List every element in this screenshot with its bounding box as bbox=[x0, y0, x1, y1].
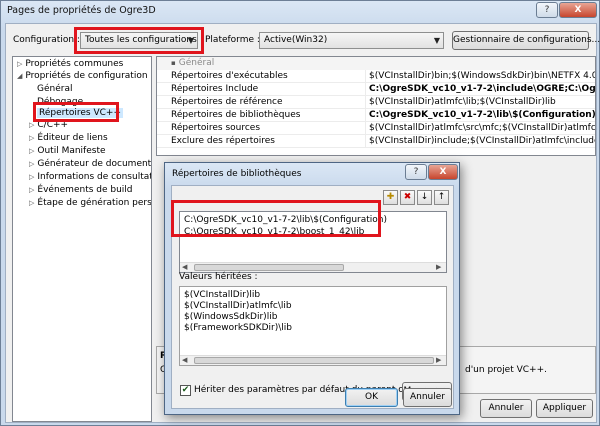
expand-icon[interactable]: ▷ bbox=[29, 134, 34, 142]
tree-item-configuration-properties[interactable]: ◢ Propriétés de configuration bbox=[17, 71, 148, 81]
list-item[interactable]: C:\OgreSDK_vc10_v1-7-2\lib\$(Configurati… bbox=[184, 215, 387, 225]
help-button[interactable]: ? bbox=[536, 2, 558, 18]
dialog-help-button[interactable]: ? bbox=[405, 164, 427, 180]
tree-item-xml-doc-generator[interactable]: ▷ Générateur de document X bbox=[29, 159, 151, 169]
scroll-right-icon[interactable]: ▶ bbox=[436, 263, 441, 272]
dialog-body: ✚ ✖ ↓ ↑ C:\OgreSDK_vc10_v1-7-2\lib\$(Con… bbox=[171, 185, 454, 409]
move-up-icon[interactable]: ↑ bbox=[434, 190, 449, 205]
grid-row[interactable]: Répertoires Include C:\OgreSDK_vc10_v1-7-… bbox=[157, 83, 595, 96]
configuration-manager-button[interactable]: Gestionnaire de configurations... bbox=[452, 31, 600, 50]
library-directories-dialog: Répertoires de bibliothèques ? X ✚ ✖ ↓ ↑… bbox=[164, 162, 460, 415]
configuration-label: Configuration : bbox=[13, 35, 80, 45]
apply-button[interactable]: Appliquer bbox=[536, 399, 593, 418]
horizontal-scrollbar[interactable]: ◀ ▶ bbox=[180, 262, 446, 272]
directories-list[interactable]: C:\OgreSDK_vc10_v1-7-2\lib\$(Configurati… bbox=[179, 211, 447, 273]
scrollbar-thumb[interactable] bbox=[194, 264, 344, 271]
collapse-icon[interactable]: ▪ bbox=[171, 59, 176, 67]
description-text-tail: d'un projet VC++. bbox=[465, 365, 547, 375]
horizontal-scrollbar[interactable]: ◀ ▶ bbox=[180, 355, 446, 365]
property-grid[interactable]: ▪ Général Répertoires d'exécutables $(VCIn… bbox=[156, 56, 596, 156]
grid-category: ▪ Général bbox=[157, 57, 595, 70]
tree-item-linker[interactable]: ▷ Éditeur de liens bbox=[29, 133, 108, 143]
chevron-down-icon: ▼ bbox=[187, 36, 194, 45]
dialog-title: Répertoires de bibliothèques bbox=[172, 169, 302, 179]
expand-icon[interactable]: ▷ bbox=[29, 121, 34, 129]
scroll-left-icon[interactable]: ◀ bbox=[182, 356, 187, 365]
tree-item-custom-build-step[interactable]: ▷ Étape de génération perso bbox=[29, 198, 151, 208]
delete-icon[interactable]: ✖ bbox=[400, 190, 415, 205]
inherited-values-list: $(VCInstallDir)lib $(VCInstallDir)atlmfc… bbox=[179, 286, 447, 366]
platform-select[interactable]: Active(Win32) ▼ bbox=[259, 32, 444, 49]
platform-label: Plateforme : bbox=[205, 35, 260, 45]
cancel-button[interactable]: Annuler bbox=[480, 399, 532, 418]
grid-row[interactable]: Répertoires d'exécutables $(VCInstallDir)… bbox=[157, 70, 595, 83]
new-folder-icon[interactable]: ✚ bbox=[383, 190, 398, 205]
move-down-icon[interactable]: ↓ bbox=[417, 190, 432, 205]
tree-item-browse-information[interactable]: ▷ Informations de consultati bbox=[29, 172, 151, 182]
scrollbar-thumb[interactable] bbox=[194, 357, 434, 364]
dialog-close-button[interactable]: X bbox=[428, 164, 458, 180]
expand-icon[interactable]: ▷ bbox=[29, 199, 34, 207]
scroll-left-icon[interactable]: ◀ bbox=[182, 263, 187, 272]
chevron-down-icon: ▼ bbox=[433, 36, 440, 45]
grid-row[interactable]: Répertoires sources $(VCInstallDir)atlmfc… bbox=[157, 122, 595, 135]
tree-item-manifest-tool[interactable]: ▷ Outil Manifeste bbox=[29, 146, 106, 156]
scroll-right-icon[interactable]: ▶ bbox=[436, 356, 441, 365]
grid-row[interactable]: Exclure des répertoires $(VCInstallDir)in… bbox=[157, 135, 595, 148]
expand-icon[interactable]: ▷ bbox=[29, 173, 34, 181]
inherited-item: $(WindowsSdkDir)lib bbox=[184, 312, 278, 322]
expand-icon[interactable]: ▷ bbox=[17, 60, 22, 68]
dialog-cancel-button[interactable]: Annuler bbox=[403, 388, 452, 407]
tree-item-general[interactable]: Général bbox=[37, 84, 72, 94]
expand-icon[interactable]: ▷ bbox=[29, 186, 34, 194]
list-item[interactable]: C:\OgreSDK_vc10_v1-7-2\boost_1_42\lib bbox=[184, 227, 364, 237]
inherit-checkbox[interactable]: ✔ bbox=[180, 385, 191, 396]
configuration-select[interactable]: Toutes les configurations ▼ bbox=[80, 32, 198, 49]
inherited-values-label: Valeurs héritées : bbox=[179, 272, 258, 282]
property-tree[interactable]: ▷ Propriétés communes ◢ Propriétés de conf… bbox=[12, 56, 152, 422]
inherited-item: $(FrameworkSDKDir)\lib bbox=[184, 323, 292, 333]
close-button[interactable]: X bbox=[559, 2, 597, 18]
expand-icon[interactable]: ▷ bbox=[29, 160, 34, 168]
grid-row[interactable]: Répertoires de référence $(VCInstallDir)a… bbox=[157, 96, 595, 109]
tree-item-common-properties[interactable]: ▷ Propriétés communes bbox=[17, 59, 123, 69]
tree-item-build-events[interactable]: ▷ Événements de build bbox=[29, 185, 133, 195]
configuration-value: Toutes les configurations bbox=[85, 35, 197, 45]
window-title: Pages de propriétés de Ogre3D bbox=[7, 5, 156, 16]
expand-icon[interactable]: ▷ bbox=[29, 147, 34, 155]
tree-item-vc-directories[interactable]: Répertoires VC++ bbox=[37, 108, 123, 118]
tree-item-cpp[interactable]: ▷ C/C++ bbox=[29, 120, 68, 130]
ok-button[interactable]: OK bbox=[345, 388, 398, 407]
grid-row[interactable]: Répertoires de bibliothèques C:\OgreSDK_v… bbox=[157, 109, 595, 122]
platform-value: Active(Win32) bbox=[264, 35, 328, 45]
collapse-icon[interactable]: ◢ bbox=[17, 72, 22, 80]
inherited-item: $(VCInstallDir)atlmfc\lib bbox=[184, 301, 292, 311]
tree-item-debugging[interactable]: Débogage bbox=[37, 97, 83, 107]
inherited-item: $(VCInstallDir)lib bbox=[184, 290, 261, 300]
